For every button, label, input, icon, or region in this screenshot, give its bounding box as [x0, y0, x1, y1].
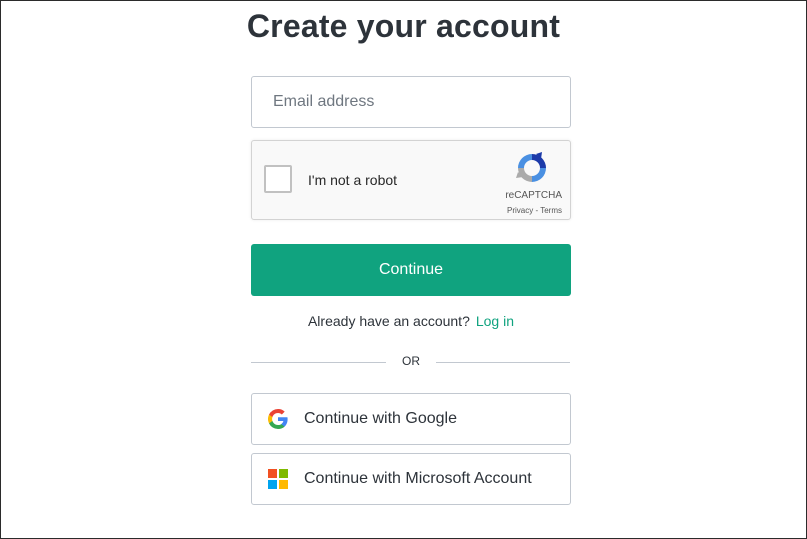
recaptcha-terms-link[interactable]: Terms — [540, 206, 562, 215]
divider-line-right — [436, 362, 570, 363]
recaptcha-brand: reCAPTCHA — [505, 190, 562, 201]
recaptcha-label: I'm not a robot — [308, 172, 398, 188]
microsoft-icon-red-square — [268, 469, 277, 478]
microsoft-icon-green-square — [279, 469, 288, 478]
recaptcha-logo-icon — [516, 152, 546, 182]
page-title: Create your account — [246, 8, 561, 44]
google-icon — [268, 409, 288, 429]
google-button-label: Continue with Google — [304, 410, 457, 427]
recaptcha-widget: I'm not a robot reCAPTCHA Privacy - Term… — [251, 140, 571, 220]
divider-line-left — [251, 362, 386, 363]
recaptcha-checkbox[interactable] — [264, 165, 292, 193]
email-field[interactable] — [251, 76, 571, 128]
login-prompt: Already have an account? Log in — [251, 313, 571, 329]
continue-button[interactable]: Continue — [251, 244, 571, 296]
microsoft-icon-blue-square — [268, 480, 277, 489]
recaptcha-links: Privacy - Terms — [507, 206, 562, 215]
login-prompt-text: Already have an account? — [307, 313, 470, 329]
recaptcha-privacy-link[interactable]: Privacy — [507, 206, 533, 215]
microsoft-button-label: Continue with Microsoft Account — [304, 470, 532, 487]
login-link[interactable]: Log in — [476, 313, 514, 329]
page-frame: Create your account I'm not a robot reCA… — [0, 0, 807, 539]
microsoft-icon — [268, 469, 288, 489]
continue-with-microsoft-button[interactable]: Continue with Microsoft Account — [251, 453, 571, 505]
continue-with-google-button[interactable]: Continue with Google — [251, 393, 571, 445]
microsoft-icon-yellow-square — [279, 480, 288, 489]
or-divider-label: OR — [402, 354, 420, 368]
